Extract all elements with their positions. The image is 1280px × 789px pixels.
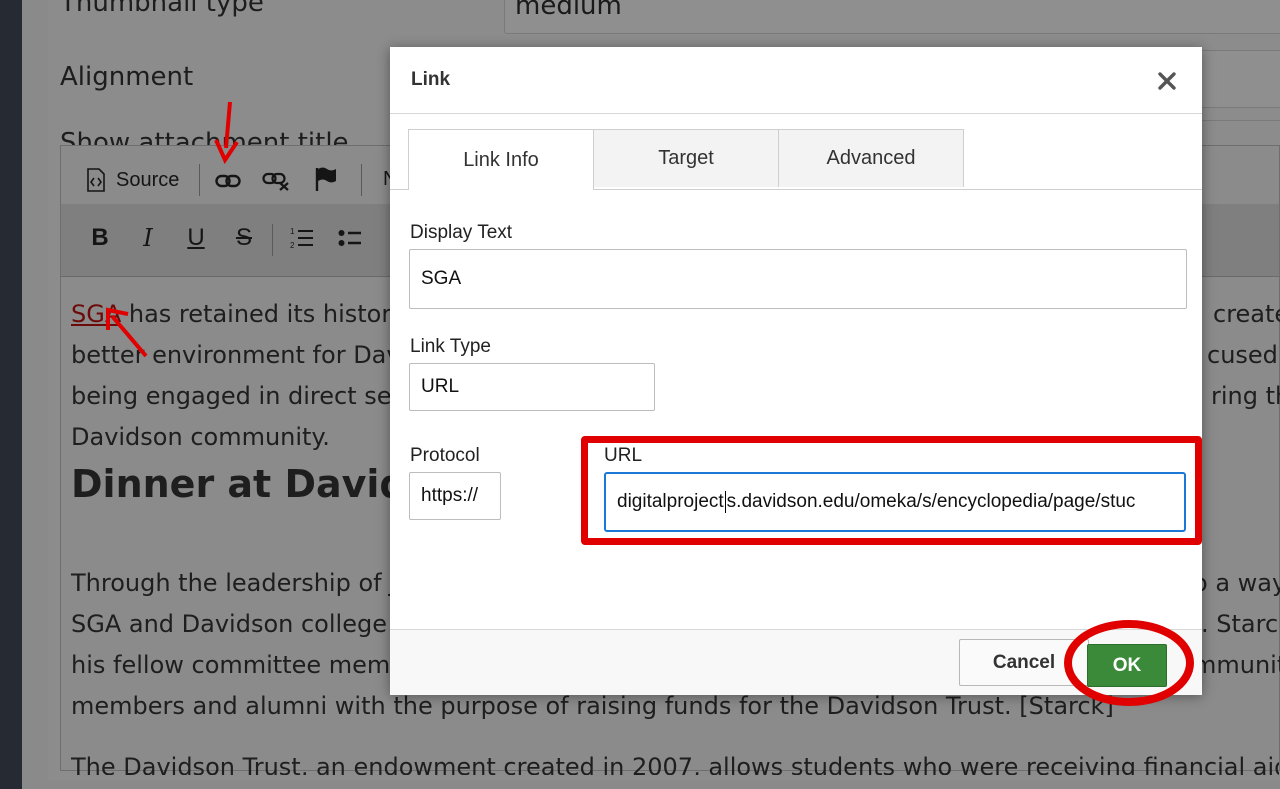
link-button[interactable] — [213, 166, 243, 196]
unlink-button[interactable] — [261, 166, 291, 196]
paragraph-line: Davidson community. — [71, 423, 330, 451]
paragraph-line: his fellow committee memb — [71, 651, 406, 679]
tab-advanced[interactable]: Advanced — [778, 129, 964, 187]
italic-button[interactable]: I — [135, 220, 161, 256]
dialog-tabs: Link Info Target Advanced — [390, 129, 1202, 190]
paragraph-line-right: . Starck — [1201, 610, 1280, 638]
paragraph-line-right: mmunit — [1193, 651, 1280, 679]
paragraph-line: Through the leadership of J — [71, 569, 397, 597]
toolbar-separator — [361, 164, 362, 196]
paragraph-line: SGA and Davidson college — [71, 610, 387, 638]
thumbnail-type-select[interactable]: medium — [504, 0, 1280, 34]
strikethrough-button[interactable]: S — [231, 220, 257, 256]
arrow-annotation-icon — [214, 101, 239, 164]
bold-button[interactable]: B — [87, 220, 113, 256]
unlink-icon — [262, 172, 289, 191]
bulleted-list-icon — [338, 230, 361, 246]
tab-target[interactable]: Target — [593, 129, 779, 187]
arrow-annotation-icon — [106, 307, 148, 358]
paragraph-text: has retained its histor — [121, 300, 392, 328]
numbered-list-icon: 1 2 — [290, 227, 313, 250]
alignment-select[interactable] — [1200, 50, 1280, 108]
dialog-title: Link — [411, 69, 451, 90]
close-button[interactable] — [1153, 67, 1181, 95]
tab-link-info[interactable]: Link Info — [408, 129, 594, 190]
anchor-button[interactable] — [311, 164, 341, 194]
left-sidebar — [0, 0, 22, 789]
source-label: Source — [116, 168, 180, 191]
alignment-label: Alignment — [60, 62, 194, 92]
highlight-annotation — [581, 436, 1202, 545]
source-button[interactable]: Source — [85, 164, 179, 196]
underline-button[interactable]: U — [183, 220, 209, 256]
link-icon — [215, 174, 241, 188]
source-icon — [87, 168, 105, 192]
dialog-header: Link — [390, 47, 1202, 114]
paragraph-line-right: create — [1213, 300, 1280, 328]
protocol-select[interactable]: https:// — [409, 472, 501, 520]
display-text-label: Display Text — [410, 222, 513, 243]
bulleted-list-button[interactable] — [335, 222, 365, 254]
flag-icon — [315, 167, 336, 191]
protocol-label: Protocol — [410, 445, 480, 466]
paragraph-line-right: cused o — [1207, 341, 1280, 369]
close-icon — [1158, 72, 1176, 90]
link-dialog: Link Link Info Target Advanced Display T… — [390, 47, 1202, 695]
circle-annotation-icon — [1064, 620, 1194, 706]
link-type-label: Link Type — [410, 336, 491, 357]
paragraph-line-right: ring th — [1211, 382, 1280, 410]
svg-text:1: 1 — [290, 227, 295, 236]
numbered-list-button[interactable]: 1 2 — [287, 222, 317, 254]
paragraph-line-right: o a way — [1193, 569, 1280, 597]
link-type-select[interactable]: URL — [409, 363, 655, 411]
paragraph-line: The Davidson Trust, an endowment created… — [71, 753, 1279, 775]
toolbar-separator — [199, 164, 200, 196]
toolbar-separator — [272, 224, 273, 256]
paragraph-line: being engaged in direct ser — [71, 382, 402, 410]
svg-text:2: 2 — [290, 241, 295, 250]
display-text-input[interactable]: SGA — [409, 249, 1187, 309]
thumbnail-type-label: Thumbnail type — [60, 0, 264, 18]
